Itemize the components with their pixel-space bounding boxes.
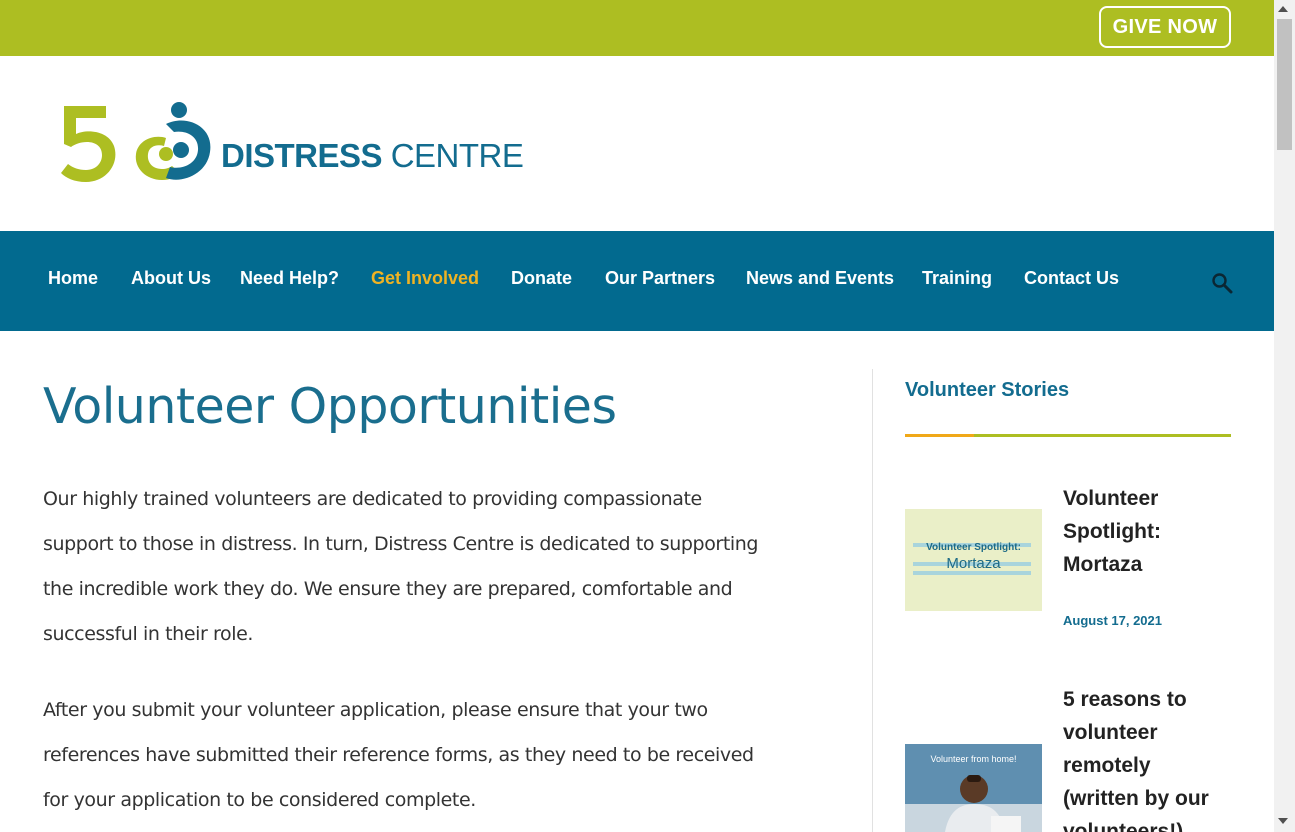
post-title-line: 5 reasons to [1063, 688, 1187, 711]
page-title: Volunteer Opportunities [43, 378, 617, 435]
logo-wordmark[interactable]: DISTRESS CENTRE [221, 137, 524, 175]
references-paragraph: After you submit your volunteer applicat… [43, 698, 813, 832]
scroll-down-arrow-icon[interactable] [1278, 818, 1288, 824]
scroll-up-arrow-icon[interactable] [1278, 6, 1288, 12]
underline-accent [905, 434, 974, 437]
top-bar: GIVE NOW [0, 0, 1274, 56]
post-thumbnail-mortaza[interactable]: Volunteer Spotlight: Mortaza [905, 509, 1042, 611]
post-title-line: volunteers!) [1063, 820, 1184, 832]
post-title-line: Mortaza [1063, 553, 1143, 576]
sidebar-title-underline [905, 434, 1231, 437]
paragraph-line: Our highly trained volunteers are dedica… [43, 488, 702, 510]
post-title-line: Volunteer [1063, 487, 1159, 510]
paragraph-line: references have submitted their referenc… [43, 744, 754, 766]
scrollbar-thumb[interactable] [1277, 19, 1292, 150]
page: GIVE NOW DISTRESS CENTRE Home About Us N… [0, 0, 1274, 832]
post-date: August 17, 2021 [1063, 613, 1162, 628]
post-title-line: remotely [1063, 754, 1151, 777]
post-title-remote[interactable]: 5 reasons to volunteer remotely (written… [1063, 683, 1209, 832]
post-title-line: Spotlight: [1063, 520, 1161, 543]
thumbnail-text: Volunteer Spotlight: [926, 542, 1021, 553]
paragraph-line: After you submit your volunteer applicat… [43, 699, 708, 721]
person-photo-illustration [905, 775, 1042, 832]
nav-our-partners[interactable]: Our Partners [605, 268, 715, 289]
paragraph-line: successful in their role. [43, 623, 254, 645]
nav-get-involved[interactable]: Get Involved [371, 268, 479, 289]
nav-home[interactable]: Home [48, 268, 98, 289]
post-title-mortaza[interactable]: Volunteer Spotlight: Mortaza [1063, 482, 1161, 581]
nav-need-help[interactable]: Need Help? [240, 268, 339, 289]
sidebar-title: Volunteer Stories [905, 379, 1070, 401]
paragraph-line: the incredible work they do. We ensure t… [43, 578, 733, 600]
give-now-button[interactable]: GIVE NOW [1099, 6, 1231, 48]
paragraph-line: support to those in distress. In turn, D… [43, 533, 759, 555]
post-title-line: volunteer [1063, 721, 1158, 744]
nav-training[interactable]: Training [922, 268, 992, 289]
thumbnail-text: Mortaza [946, 555, 1001, 572]
post-title-line: (written by our [1063, 787, 1209, 810]
paragraph-line: for your application to be considered co… [43, 789, 476, 811]
intro-paragraph: Our highly trained volunteers are dedica… [43, 487, 813, 667]
search-icon[interactable] [1211, 272, 1233, 294]
nav-donate[interactable]: Donate [511, 268, 572, 289]
nav-about-us[interactable]: About Us [131, 268, 211, 289]
nav-news-and-events[interactable]: News and Events [746, 268, 894, 289]
nav-contact-us[interactable]: Contact Us [1024, 268, 1119, 289]
logo-word-light: CENTRE [390, 137, 524, 174]
content-divider [872, 369, 873, 832]
logo-word-bold: DISTRESS [221, 137, 383, 174]
post-thumbnail-remote[interactable]: Volunteer from home! [905, 744, 1042, 832]
